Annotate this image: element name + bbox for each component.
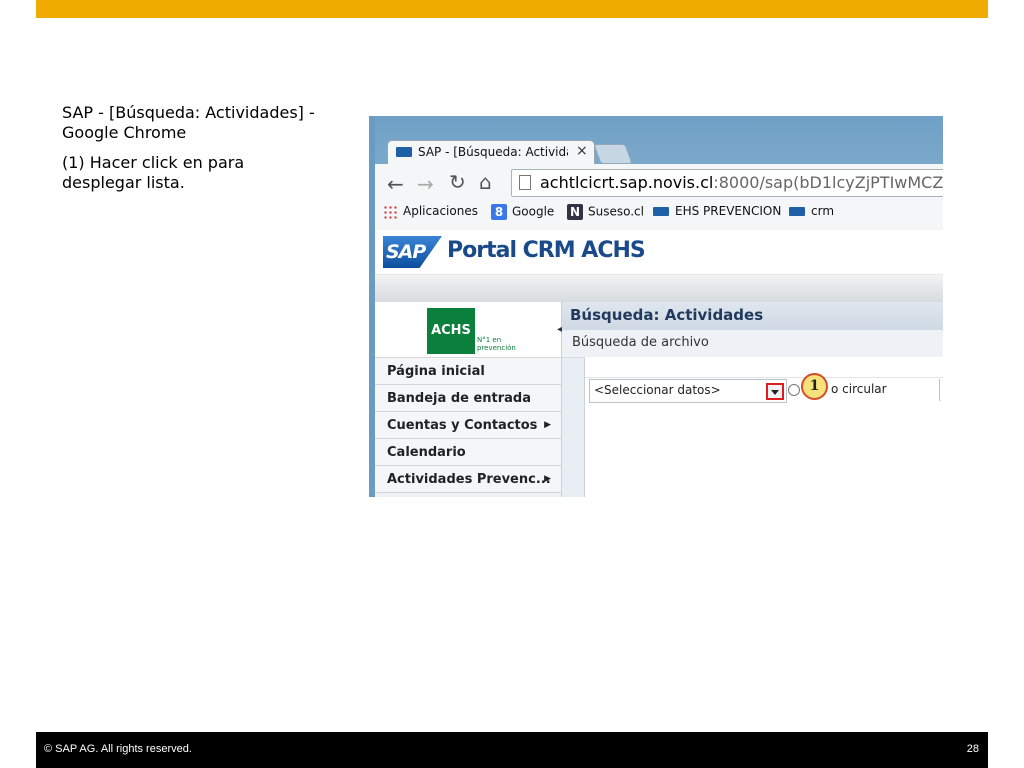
radio-button[interactable]	[788, 384, 800, 396]
nav-item-pagina-inicial[interactable]: Página inicial	[375, 358, 561, 385]
main-content: Búsqueda: Actividades Búsqueda de archiv…	[562, 302, 943, 497]
footer-bar: © SAP AG. All rights reserved. 28	[36, 732, 988, 768]
reload-icon[interactable]: ↻	[449, 170, 466, 194]
instruction-title: SAP - [Búsqueda: Actividades] - Google C…	[62, 103, 315, 142]
browser-screenshot: SAP - [Búsqueda: Activida × ← → ↻ ⌂ acht…	[369, 116, 943, 497]
sap-icon	[653, 207, 669, 216]
browser-tab[interactable]: SAP - [Búsqueda: Activida ×	[387, 140, 595, 165]
search-area: <Seleccionar datos> o circular 1	[584, 357, 943, 497]
close-tab-icon[interactable]: ×	[576, 143, 588, 159]
portal-header: SAP Portal CRM ACHS	[375, 230, 943, 274]
copyright-text: © SAP AG. All rights reserved.	[44, 743, 192, 755]
page-subtitle: Búsqueda de archivo	[572, 335, 709, 350]
dropdown-button[interactable]	[766, 383, 784, 400]
bookmark-suseso[interactable]: N Suseso.cl	[567, 204, 644, 220]
navigation-pane: ACHS N°1 en prevención ◂ Página inicial …	[375, 302, 562, 497]
chevron-down-icon	[771, 390, 779, 395]
submenu-arrow-icon: ▶	[544, 420, 551, 430]
new-tab-button[interactable]	[593, 144, 633, 164]
bookmark-apps[interactable]: Aplicaciones	[383, 204, 478, 219]
org-logo-area: ACHS N°1 en prevención ◂	[375, 302, 562, 358]
bookmark-crm[interactable]: crm	[789, 204, 834, 218]
nav-item-actividades[interactable]: Actividades Prevenc... ▶	[375, 466, 561, 493]
achs-logo: ACHS	[427, 308, 475, 354]
data-select-dropdown[interactable]: <Seleccionar datos>	[589, 379, 787, 403]
nav-item-calendario[interactable]: Calendario	[375, 439, 561, 466]
nav-item-bandeja-entrada[interactable]: Bandeja de entrada	[375, 385, 561, 412]
achs-tagline: N°1 en prevención	[477, 336, 516, 352]
submenu-arrow-icon: ▶	[544, 474, 551, 484]
bookmark-google[interactable]: 8 Google	[491, 204, 554, 220]
instruction-step: (1) Hacer click en para desplegar lista.	[62, 153, 245, 192]
forward-arrow-icon[interactable]: →	[417, 172, 434, 196]
url-text: achtlcicrt.sap.novis.cl:8000/sap(bD1lcyZ…	[540, 173, 943, 192]
content-subheader: Búsqueda de archivo	[562, 330, 943, 358]
divider	[585, 377, 943, 378]
sap-icon	[789, 207, 805, 216]
field-edge	[939, 379, 943, 401]
google-icon: 8	[491, 204, 507, 220]
apps-grid-icon	[383, 204, 397, 219]
nav-menu: Página inicial Bandeja de entrada Cuenta…	[375, 358, 561, 493]
portal-title: Portal CRM ACHS	[447, 238, 646, 263]
back-arrow-icon[interactable]: ←	[387, 172, 404, 196]
tab-title: SAP - [Búsqueda: Activida	[418, 145, 568, 159]
sap-logo: SAP	[383, 236, 442, 268]
portal-nav-band	[375, 274, 943, 303]
radio-label: o circular	[831, 382, 887, 396]
top-accent-bar	[36, 0, 988, 18]
nav-item-cuentas-contactos[interactable]: Cuentas y Contactos ▶	[375, 412, 561, 439]
sap-favicon-icon	[396, 147, 412, 157]
page-title: Búsqueda: Actividades	[570, 306, 764, 324]
suseso-icon: N	[567, 204, 583, 220]
bookmark-ehs[interactable]: EHS PREVENCION	[653, 204, 781, 218]
page-number: 28	[966, 743, 979, 755]
step-callout-badge: 1	[801, 373, 828, 400]
page-icon	[519, 175, 531, 190]
instruction-panel: SAP - [Búsqueda: Actividades] - Google C…	[62, 103, 322, 203]
content-header: Búsqueda: Actividades	[562, 302, 943, 330]
select-value: <Seleccionar datos>	[594, 383, 721, 397]
home-icon[interactable]: ⌂	[479, 170, 492, 194]
browser-toolbar: ← → ↻ ⌂ achtlcicrt.sap.novis.cl:8000/sap…	[375, 164, 943, 231]
address-bar[interactable]: achtlcicrt.sap.novis.cl:8000/sap(bD1lcyZ…	[511, 169, 943, 197]
